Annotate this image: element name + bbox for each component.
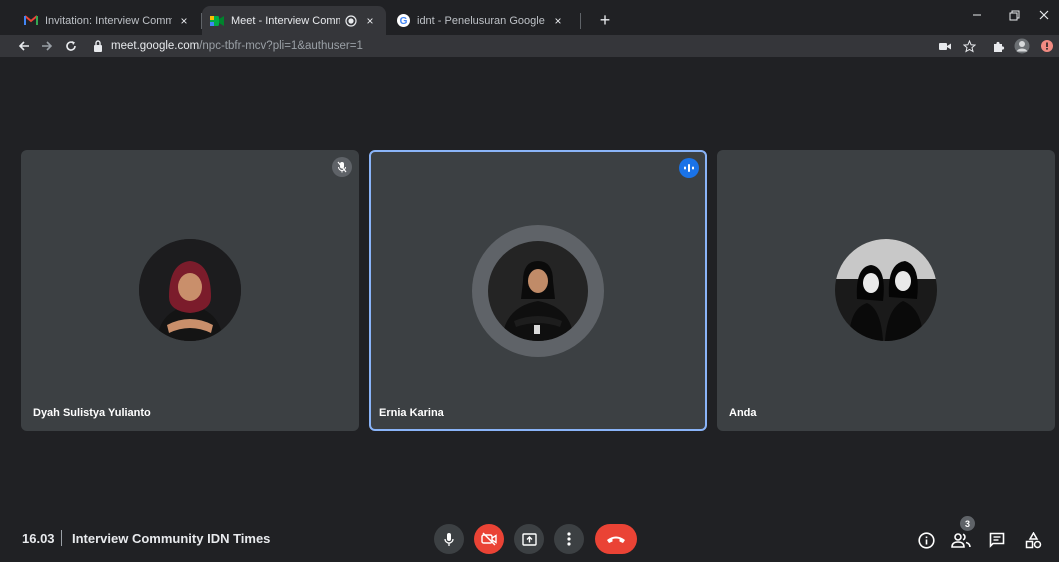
url-host: meet.google.com [111,40,200,52]
meeting-title: Interview Community IDN Times [72,531,271,546]
camera-in-use-icon[interactable] [936,37,954,55]
extensions-puzzle-icon[interactable] [989,37,1007,55]
meeting-details-button[interactable] [913,527,939,553]
participant-tile-active-speaker[interactable]: Ernia Karina [369,150,707,431]
participants-button[interactable] [948,527,974,553]
meeting-clock: 16.03 [22,531,55,546]
new-tab-button[interactable]: + [594,9,616,31]
participant-tile-self[interactable]: Anda [717,150,1055,431]
restore-window-icon[interactable] [999,4,1029,26]
recording-indicator-icon [344,14,358,28]
leave-call-button[interactable] [595,524,637,554]
update-menu-icon[interactable] [1038,37,1056,55]
tab-title: idnt - Penelusuran Google [417,14,545,27]
participant-tile[interactable]: Dyah Sulistya Yulianto [21,150,359,431]
camera-off-button[interactable] [474,524,504,554]
profile-avatar-icon[interactable] [1013,37,1031,55]
participant-name: Anda [729,407,757,419]
tab-close-icon[interactable]: × [176,13,192,29]
more-vertical-icon [567,532,571,546]
google-icon: G [396,14,410,28]
speaking-indicator-icon [679,158,699,178]
more-options-button[interactable] [554,524,584,554]
google-meet-icon [210,14,224,28]
svg-text:G: G [399,16,407,27]
participant-avatar [139,239,241,341]
back-arrow-icon[interactable] [15,37,33,55]
activities-button[interactable] [1020,527,1046,553]
lock-icon [93,40,105,52]
present-screen-button[interactable] [514,524,544,554]
tab-title: Meet - Interview Community [231,14,340,27]
chat-button[interactable] [984,527,1010,553]
minimize-window-icon[interactable] [962,4,992,26]
participant-count-badge: 3 [960,516,975,531]
microphone-icon [443,532,455,547]
participant-avatar [488,241,588,341]
bottom-bar-divider [61,530,62,546]
tab-close-icon[interactable]: × [550,13,566,29]
hang-up-icon [606,535,626,544]
reload-icon[interactable] [62,37,80,55]
participant-name: Dyah Sulistya Yulianto [33,407,151,419]
close-window-icon[interactable] [1029,4,1059,26]
mic-muted-icon [332,157,352,177]
url-path: /npc-tbfr-mcv?pli=1&authuser=1 [199,40,363,52]
browser-tab-bar: Invitation: Interview Community I × Meet… [0,0,1059,35]
browser-toolbar: meet.google.com/npc-tbfr-mcv?pli=1&authu… [0,35,1059,57]
tab-google-search[interactable]: G idnt - Penelusuran Google × [388,6,574,35]
address-bar[interactable]: meet.google.com/npc-tbfr-mcv?pli=1&authu… [93,36,928,56]
gmail-icon [24,14,38,28]
forward-arrow-icon[interactable] [38,37,56,55]
info-icon [917,531,935,549]
participant-avatar [835,239,937,341]
tab-gmail-invitation[interactable]: Invitation: Interview Community I × [16,6,200,35]
tab-google-meet[interactable]: Meet - Interview Community × [202,6,386,35]
bookmark-star-icon[interactable] [960,37,978,55]
tab-title: Invitation: Interview Community I [45,14,172,27]
chat-icon [989,532,1005,548]
camera-off-icon [481,532,497,546]
people-icon [951,532,971,548]
microphone-button[interactable] [434,524,464,554]
tab-close-icon[interactable]: × [362,13,378,29]
present-screen-icon [521,532,537,546]
tab-separator [580,13,581,29]
shapes-icon [1025,531,1042,549]
participant-name: Ernia Karina [379,407,444,419]
